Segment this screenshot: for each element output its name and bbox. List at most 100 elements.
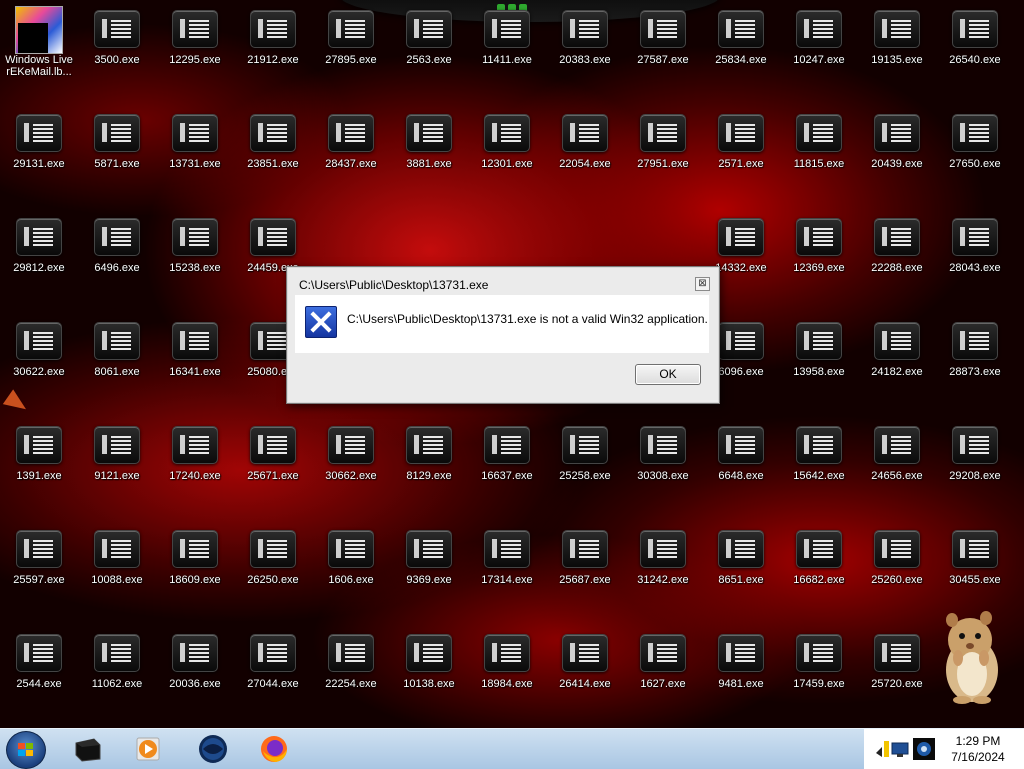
desktop-icon-exe[interactable]: 20439.exe <box>858 114 936 194</box>
executable-file-icon <box>484 426 530 464</box>
desktop-icon-exe[interactable]: 17459.exe <box>780 634 858 714</box>
desktop-icon-exe[interactable]: 25720.exe <box>858 634 936 714</box>
desktop-icon-exe[interactable]: 24182.exe <box>858 322 936 402</box>
desktop-icon-exe[interactable]: 22054.exe <box>546 114 624 194</box>
desktop-icon-windows-live-mail[interactable]: Windows Live rEKeMail.lb... <box>0 6 78 78</box>
desktop-icon-exe[interactable]: 8651.exe <box>702 530 780 610</box>
desktop-icon-exe[interactable]: 10088.exe <box>78 530 156 610</box>
desktop-icon-exe[interactable]: 22288.exe <box>858 218 936 298</box>
desktop-icon-exe[interactable]: 19135.exe <box>858 10 936 90</box>
media-player-icon[interactable] <box>134 733 166 765</box>
desktop-icon-exe[interactable]: 9369.exe <box>390 530 468 610</box>
desktop-icon-exe[interactable]: 2563.exe <box>390 10 468 90</box>
desktop-icon-exe[interactable]: 6496.exe <box>78 218 156 298</box>
desktop-icon-exe[interactable]: 1627.exe <box>624 634 702 714</box>
desktop-icon-exe[interactable]: 13958.exe <box>780 322 858 402</box>
desktop-icon-exe[interactable]: 8061.exe <box>78 322 156 402</box>
desktop-icon-exe[interactable]: 23851.exe <box>234 114 312 194</box>
globe-browser-icon[interactable] <box>197 733 229 765</box>
desktop-icon-exe[interactable]: 27044.exe <box>234 634 312 714</box>
desktop-icon-exe[interactable]: 25258.exe <box>546 426 624 506</box>
tray-monitor-icon[interactable] <box>890 739 910 759</box>
executable-file-icon <box>874 114 920 152</box>
desktop-icon-exe[interactable]: 29208.exe <box>936 426 1014 506</box>
desktop-icon-label: 9121.exe <box>94 470 140 482</box>
hamster-desktop-pet[interactable] <box>936 600 1006 706</box>
desktop-icon-exe[interactable]: 11411.exe <box>468 10 546 90</box>
executable-file-icon <box>250 218 296 256</box>
desktop-icon-exe[interactable]: 27650.exe <box>936 114 1014 194</box>
desktop-icon-exe[interactable]: 5871.exe <box>78 114 156 194</box>
desktop-icon-exe[interactable]: 16637.exe <box>468 426 546 506</box>
close-icon[interactable]: ⊠ <box>695 277 710 291</box>
tray-flag-icon[interactable] <box>872 739 892 761</box>
desktop-icon-exe[interactable]: 28873.exe <box>936 322 1014 402</box>
desktop-icon-exe[interactable]: 30308.exe <box>624 426 702 506</box>
desktop-icon-exe[interactable]: 2571.exe <box>702 114 780 194</box>
desktop-icon-exe[interactable]: 18984.exe <box>468 634 546 714</box>
start-button[interactable] <box>6 731 46 769</box>
desktop-icon-exe[interactable]: 8129.exe <box>390 426 468 506</box>
desktop-icon-exe[interactable]: 10138.exe <box>390 634 468 714</box>
desktop-icon-exe[interactable]: 25834.exe <box>702 10 780 90</box>
desktop-icon-exe[interactable]: 11062.exe <box>78 634 156 714</box>
taskbar-black-app-icon[interactable] <box>72 733 104 765</box>
firefox-icon[interactable] <box>258 733 290 765</box>
desktop-icon-label: 28437.exe <box>325 158 377 170</box>
desktop-icon-exe[interactable]: 11815.exe <box>780 114 858 194</box>
desktop-icon-exe[interactable]: 27587.exe <box>624 10 702 90</box>
desktop-icon-exe[interactable]: 15642.exe <box>780 426 858 506</box>
desktop-icon-exe[interactable]: 31242.exe <box>624 530 702 610</box>
executable-file-icon <box>250 10 296 48</box>
desktop-icon-exe[interactable]: 17314.exe <box>468 530 546 610</box>
desktop-icon-exe[interactable]: 9481.exe <box>702 634 780 714</box>
ok-button[interactable]: OK <box>635 364 701 385</box>
desktop-icon-exe[interactable]: 1391.exe <box>0 426 78 506</box>
desktop-icon-exe[interactable]: 18609.exe <box>156 530 234 610</box>
desktop-icon-exe[interactable]: 13731.exe <box>156 114 234 194</box>
desktop-icon-exe[interactable]: 17240.exe <box>156 426 234 506</box>
desktop-icon-exe[interactable]: 1606.exe <box>312 530 390 610</box>
executable-file-icon <box>328 426 374 464</box>
desktop-icon-label: 10088.exe <box>91 574 143 586</box>
desktop-icon-label: 15642.exe <box>793 470 845 482</box>
desktop-icon-exe[interactable]: 28043.exe <box>936 218 1014 298</box>
taskbar-clock[interactable]: 1:29 PM 7/16/2024 <box>932 733 1024 765</box>
desktop-icon-exe[interactable]: 28437.exe <box>312 114 390 194</box>
desktop-icon-exe[interactable]: 25597.exe <box>0 530 78 610</box>
executable-file-icon <box>250 426 296 464</box>
desktop-icon-exe[interactable]: 3500.exe <box>78 10 156 90</box>
executable-file-icon <box>562 530 608 568</box>
desktop-icon-exe[interactable]: 3881.exe <box>390 114 468 194</box>
desktop-icon-exe[interactable]: 6648.exe <box>702 426 780 506</box>
desktop-icon-exe[interactable]: 25687.exe <box>546 530 624 610</box>
desktop-icon-exe[interactable]: 26250.exe <box>234 530 312 610</box>
desktop-icon-exe[interactable]: 22254.exe <box>312 634 390 714</box>
desktop-icon-exe[interactable]: 30662.exe <box>312 426 390 506</box>
desktop-icon-exe[interactable]: 9121.exe <box>78 426 156 506</box>
desktop-icon-exe[interactable]: 12295.exe <box>156 10 234 90</box>
executable-file-icon <box>874 10 920 48</box>
desktop-icon-exe[interactable]: 16341.exe <box>156 322 234 402</box>
desktop-icon-exe[interactable]: 10247.exe <box>780 10 858 90</box>
executable-file-icon <box>406 10 452 48</box>
desktop-icon-exe[interactable]: 27951.exe <box>624 114 702 194</box>
desktop-icon-exe[interactable]: 15238.exe <box>156 218 234 298</box>
desktop-icon-exe[interactable]: 27895.exe <box>312 10 390 90</box>
desktop-icon-exe[interactable]: 25260.exe <box>858 530 936 610</box>
desktop-icon-exe[interactable]: 12301.exe <box>468 114 546 194</box>
desktop-icon-exe[interactable]: 21912.exe <box>234 10 312 90</box>
desktop-icon-exe[interactable]: 20036.exe <box>156 634 234 714</box>
desktop-icon-label: 18609.exe <box>169 574 221 586</box>
desktop-icon-exe[interactable]: 12369.exe <box>780 218 858 298</box>
desktop-icon-exe[interactable]: 24656.exe <box>858 426 936 506</box>
desktop-icon-exe[interactable]: 16682.exe <box>780 530 858 610</box>
desktop-icon-exe[interactable]: 29812.exe <box>0 218 78 298</box>
desktop-icon-exe[interactable]: 26414.exe <box>546 634 624 714</box>
desktop-icon-exe[interactable]: 2544.exe <box>0 634 78 714</box>
desktop-icon-exe[interactable]: 30455.exe <box>936 530 1014 610</box>
desktop-icon-exe[interactable]: 20383.exe <box>546 10 624 90</box>
desktop-icon-exe[interactable]: 26540.exe <box>936 10 1014 90</box>
desktop-icon-exe[interactable]: 29131.exe <box>0 114 78 194</box>
desktop-icon-exe[interactable]: 25671.exe <box>234 426 312 506</box>
